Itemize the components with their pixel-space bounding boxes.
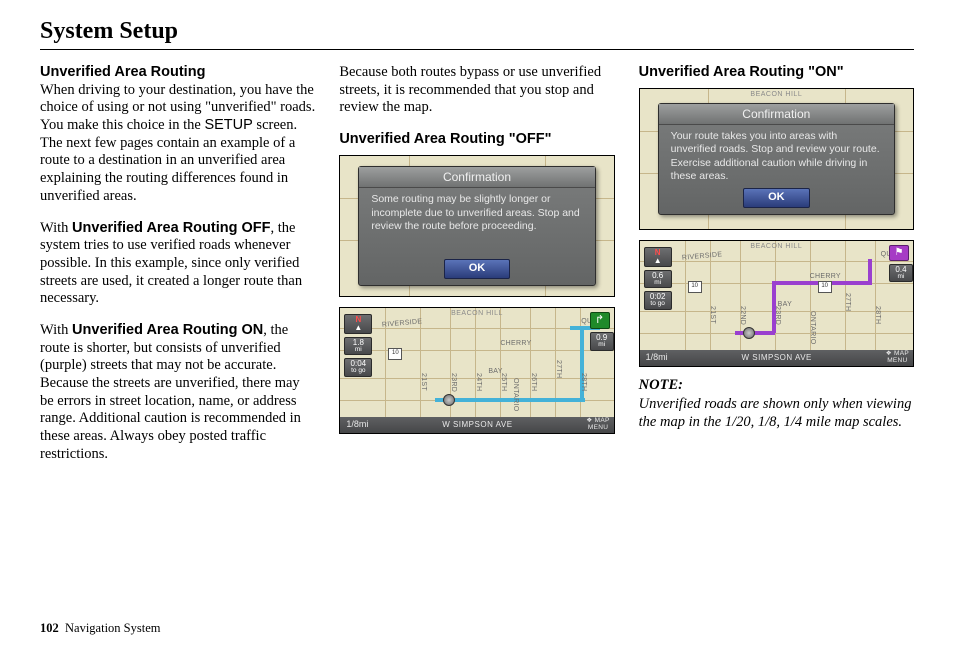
dialog-off-ok-button[interactable]: OK: [444, 259, 511, 278]
map-on-21st: 21ST: [708, 306, 717, 324]
col1-block1: Unverified Area Routing When driving to …: [40, 64, 315, 206]
col1-p3-bold: Unverified Area Routing ON: [72, 322, 263, 338]
col1-p3b: , the route is shorter, but consists of …: [40, 322, 301, 462]
figure-on-map: BEACON HILL CHERRY BAY RIVERSIDE QUEEN 2…: [639, 240, 914, 367]
map-off-hwy-shield: 10: [388, 348, 402, 360]
map-off-left-pods: N▲ 1.8mi 0:04to go: [344, 314, 372, 380]
map-on-ontario: ONTARIO: [808, 311, 817, 344]
col2-intro: Because both routes bypass or use unveri…: [339, 64, 614, 117]
footer-section: Navigation System: [65, 621, 160, 635]
dialog-on-body: Your route takes you into areas with unv…: [659, 125, 894, 188]
col2-heading-off: Unverified Area Routing "OFF": [339, 131, 614, 149]
figure-off-dialog: Confirmation Some routing may be slightl…: [339, 155, 614, 297]
map-off-23rd: 23RD: [448, 373, 457, 392]
dialog-on-ok-button[interactable]: OK: [743, 188, 810, 207]
map-off-right-pods: ↱ 0.9mi: [590, 312, 610, 354]
map-off-street: W SIMPSON AVE: [368, 420, 586, 430]
map-off-cherry: CHERRY: [500, 340, 531, 349]
map-on-23rd: 23RD: [773, 306, 782, 325]
figure-on-dialog: BEACON HILL Confirmation Your route take…: [639, 88, 914, 230]
map-on-turn-dist: 0.4mi: [889, 264, 913, 283]
map-on-bottom-bar: 1/8mi W SIMPSON AVE ❖ MAPMENU: [640, 350, 913, 366]
map-off-time-pod: 0:04to go: [344, 358, 372, 377]
manual-page: System Setup Unverified Area Routing Whe…: [0, 0, 954, 650]
turn-arrow-icon: ↱: [590, 312, 610, 329]
page-title: System Setup: [40, 18, 914, 45]
map-on-hwy-shield: 10: [688, 281, 702, 293]
column-2: Because both routes bypass or use unveri…: [339, 64, 614, 477]
content-columns: Unverified Area Routing When driving to …: [40, 64, 914, 477]
col3-heading-on: Unverified Area Routing "ON": [639, 64, 914, 82]
compass-icon: N▲: [344, 314, 372, 334]
note-label: NOTE:: [639, 377, 914, 395]
map-on-dialog-beacon: BEACON HILL: [750, 91, 802, 100]
map-on-scale: 1/8mi: [640, 352, 668, 363]
dialog-off-title: Confirmation: [359, 167, 594, 189]
title-divider: [40, 49, 914, 50]
car-position-icon-on: [743, 327, 755, 339]
dialog-on-title: Confirmation: [659, 104, 894, 126]
confirmation-dialog-off: Confirmation Some routing may be slightl…: [358, 166, 595, 286]
map-off-beacon: BEACON HILL: [451, 310, 503, 319]
map-on-hwy-shield-2: 10: [818, 281, 832, 293]
dialog-off-body: Some routing may be slightly longer or i…: [359, 188, 594, 259]
route-flag-icon: ⚑: [889, 245, 909, 261]
map-menu-button-on[interactable]: ❖ MAPMENU: [886, 351, 913, 364]
map-off-turn-dist: 0.9mi: [590, 332, 614, 351]
map-on-left-pods: N▲ 0.6mi 0:02to go: [644, 247, 672, 313]
compass-icon-on: N▲: [644, 247, 672, 267]
car-position-icon: [443, 394, 455, 406]
page-number: 102: [40, 621, 59, 635]
col1-p3a: With: [40, 322, 72, 338]
map-on-beacon: BEACON HILL: [750, 243, 802, 252]
map-off-distance-pod: 1.8mi: [344, 337, 372, 356]
col1-block3: With Unverified Area Routing ON, the rou…: [40, 322, 315, 464]
map-off-24th: 24TH: [473, 373, 482, 391]
col1-setup-ref: SETUP: [204, 117, 252, 133]
map-off-21st: 21ST: [418, 373, 427, 391]
map-on-distance-pod: 0.6mi: [644, 270, 672, 289]
note-body: Unverified roads are shown only when vie…: [639, 396, 914, 431]
map-on-right-pods: ⚑ 0.4mi: [889, 245, 909, 286]
map-off-ontario: ONTARIO: [510, 378, 519, 411]
confirmation-dialog-on: Confirmation Your route takes you into a…: [658, 103, 895, 215]
map-off-scale: 1/8mi: [340, 419, 368, 430]
col1-block2: With Unverified Area Routing OFF, the sy…: [40, 220, 315, 308]
map-off-25th: 25TH: [498, 373, 507, 391]
map-off-bottom-bar: 1/8mi W SIMPSON AVE ❖ MAPMENU: [340, 417, 613, 433]
column-1: Unverified Area Routing When driving to …: [40, 64, 315, 477]
col1-p2a: With: [40, 220, 72, 236]
map-off-26th: 26TH: [528, 373, 537, 391]
column-3: Unverified Area Routing "ON" BEACON HILL…: [639, 64, 914, 477]
map-off-28th: 28TH: [578, 373, 587, 391]
map-on-22nd: 22ND: [738, 306, 747, 325]
map-on-time-pod: 0:02to go: [644, 291, 672, 310]
figure-off-map: BEACON HILL CHERRY BAY RIVERSIDE QUEEN 2…: [339, 307, 614, 434]
map-on-streets: [640, 241, 913, 366]
page-footer: 102 Navigation System: [40, 621, 160, 636]
map-on-street: W SIMPSON AVE: [668, 353, 886, 363]
col1-p2-bold: Unverified Area Routing OFF: [72, 220, 270, 236]
map-on-27th: 27TH: [843, 293, 852, 311]
map-off-27th: 27TH: [553, 360, 562, 378]
map-menu-button[interactable]: ❖ MAPMENU: [586, 418, 613, 431]
col1-heading: Unverified Area Routing: [40, 64, 205, 80]
map-on-28th: 28TH: [873, 306, 882, 324]
